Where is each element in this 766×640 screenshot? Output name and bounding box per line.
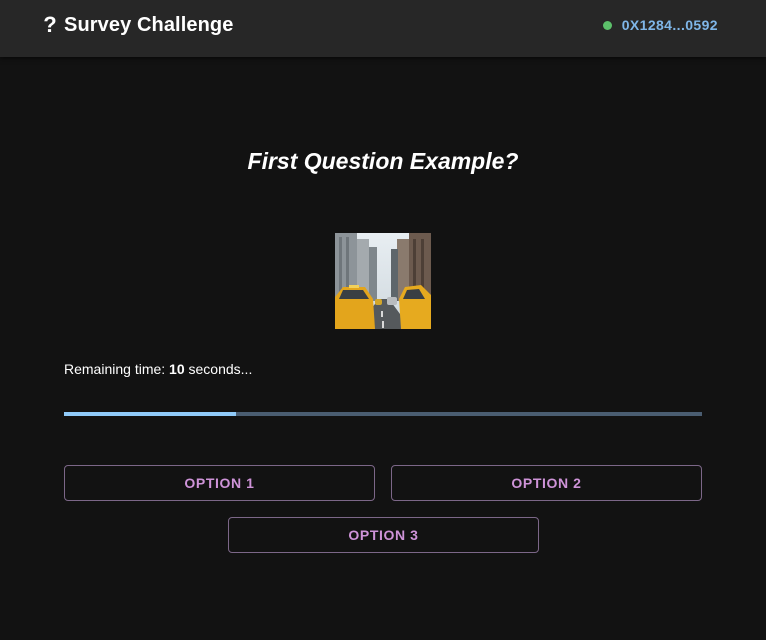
app-title: Survey Challenge — [64, 13, 234, 36]
city-street-taxis-photo — [335, 233, 431, 329]
question-title: First Question Example? — [247, 148, 519, 174]
option-3-button[interactable]: OPTION 3 — [228, 517, 539, 553]
wallet-address: 0X1284...0592 — [621, 17, 718, 33]
app-bar: ? Survey Challenge 0X1284...0592 — [0, 0, 766, 57]
remaining-time-suffix: seconds... — [184, 361, 253, 377]
time-progress-fill — [64, 412, 237, 416]
option-2-button[interactable]: OPTION 2 — [391, 465, 702, 501]
remaining-time-prefix: Remaining time: — [64, 361, 170, 377]
time-progress-bar — [64, 412, 702, 416]
connection-status-icon — [602, 20, 612, 30]
question-image — [335, 233, 431, 329]
option-1-button[interactable]: OPTION 1 — [64, 465, 375, 501]
brand: ? Survey Challenge — [40, 13, 233, 37]
wallet-button[interactable]: 0X1284...0592 — [602, 16, 718, 34]
remaining-time-seconds: 10 — [169, 361, 185, 377]
remaining-time-text: Remaining time: 10 seconds... — [64, 361, 252, 377]
question-mark-icon: ? — [43, 12, 57, 37]
